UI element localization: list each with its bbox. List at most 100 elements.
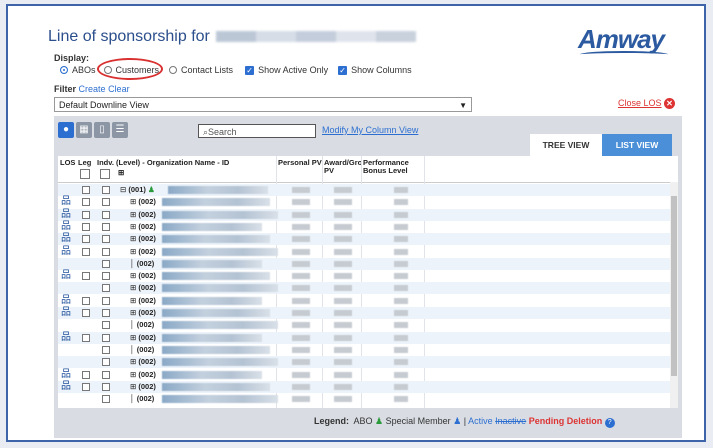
scrollbar-thumb[interactable]: [671, 196, 677, 376]
level-label[interactable]: ⊞ (002): [130, 381, 156, 393]
indv-checkbox[interactable]: [102, 345, 110, 354]
indv-checkbox[interactable]: [102, 259, 110, 268]
los-tree-icon[interactable]: 品: [61, 369, 71, 381]
leg-checkbox[interactable]: [82, 210, 90, 219]
help-icon[interactable]: ?: [604, 418, 615, 428]
level-label[interactable]: │ (002): [130, 319, 154, 331]
downline-view-select[interactable]: Default Downline View ▼: [54, 97, 472, 112]
level-label[interactable]: ⊞ (002): [130, 221, 156, 233]
level-label[interactable]: ⊞ (002): [130, 196, 156, 208]
tab-list-view[interactable]: LIST VIEW: [602, 134, 672, 156]
indv-select-all-checkbox[interactable]: [100, 169, 110, 179]
level-label[interactable]: │ (002): [130, 258, 154, 270]
leg-checkbox[interactable]: [82, 370, 90, 379]
list-icon[interactable]: ☰: [112, 122, 128, 138]
level-label[interactable]: ⊞ (002): [130, 369, 156, 381]
show-columns-checkbox[interactable]: ✓: [338, 65, 348, 75]
person-view-icon[interactable]: ●: [58, 122, 74, 138]
indv-checkbox[interactable]: [102, 210, 110, 219]
expand-all-icon[interactable]: ⊞: [118, 169, 124, 177]
table-row[interactable]: ⊟ (001) ♟: [58, 184, 670, 196]
indv-checkbox[interactable]: [102, 235, 110, 244]
indv-checkbox[interactable]: [102, 272, 110, 281]
table-row[interactable]: 品 ⊞ (002): [58, 196, 670, 208]
level-label[interactable]: ⊞ (002): [130, 282, 156, 294]
indv-checkbox[interactable]: [102, 198, 110, 207]
level-label[interactable]: ⊞ (002): [130, 209, 156, 221]
leg-checkbox[interactable]: [82, 272, 90, 281]
filter-clear-link[interactable]: Clear: [108, 84, 130, 94]
radio-abos-label[interactable]: ABOs: [72, 65, 96, 75]
expand-toggle-icon[interactable]: │: [130, 394, 137, 403]
show-active-only-label[interactable]: Show Active Only: [258, 65, 328, 75]
leg-checkbox[interactable]: [82, 222, 90, 231]
indv-checkbox[interactable]: [102, 247, 110, 256]
modify-column-view-link[interactable]: Modify My Column View: [322, 125, 418, 135]
grid-view-icon[interactable]: ▦: [76, 122, 92, 138]
table-row[interactable]: 品 ⊞ (002): [58, 233, 670, 246]
expand-toggle-icon[interactable]: │: [130, 345, 137, 354]
indv-checkbox[interactable]: [102, 382, 110, 391]
table-row[interactable]: 品 ⊞ (002): [58, 380, 670, 393]
level-label[interactable]: │ (002): [130, 344, 154, 356]
los-tree-icon[interactable]: 品: [61, 381, 71, 393]
table-row[interactable]: │ (002): [58, 319, 670, 331]
level-label[interactable]: ⊞ (002): [130, 233, 156, 245]
los-tree-icon[interactable]: 品: [61, 246, 71, 258]
leg-checkbox[interactable]: [82, 309, 90, 317]
table-row[interactable]: ⊞ (002): [58, 356, 670, 369]
table-row[interactable]: │ (002): [58, 257, 670, 270]
indv-checkbox[interactable]: [102, 186, 110, 194]
table-row[interactable]: 品 ⊞ (002): [58, 270, 670, 282]
level-label[interactable]: │ (002): [130, 393, 154, 405]
vertical-scrollbar[interactable]: [670, 182, 678, 408]
los-tree-icon[interactable]: 品: [61, 209, 71, 221]
level-label[interactable]: ⊞ (002): [130, 356, 156, 368]
table-row[interactable]: │ (002): [58, 393, 670, 405]
level-label[interactable]: ⊟ (001) ♟: [120, 184, 155, 196]
table-row[interactable]: 品 ⊞ (002): [58, 246, 670, 258]
tab-tree-view[interactable]: TREE VIEW: [530, 134, 602, 156]
table-row[interactable]: 品 ⊞ (002): [58, 307, 670, 319]
radio-contact-lists-label[interactable]: Contact Lists: [181, 65, 233, 75]
los-tree-icon[interactable]: 品: [61, 270, 71, 282]
indv-checkbox[interactable]: [102, 370, 110, 379]
table-row[interactable]: 品 ⊞ (002): [58, 221, 670, 233]
document-icon[interactable]: ▯: [94, 122, 110, 138]
level-label[interactable]: ⊞ (002): [130, 295, 156, 307]
los-tree-icon[interactable]: 品: [61, 295, 71, 307]
indv-checkbox[interactable]: [102, 321, 110, 330]
leg-checkbox[interactable]: [82, 296, 90, 305]
table-row[interactable]: │ (002): [58, 344, 670, 356]
los-tree-icon[interactable]: 品: [61, 233, 71, 245]
radio-abos[interactable]: [60, 66, 68, 74]
los-tree-icon[interactable]: 品: [61, 196, 71, 208]
table-row[interactable]: 品 ⊞ (002): [58, 369, 670, 381]
show-active-only-checkbox[interactable]: ✓: [245, 65, 255, 75]
indv-checkbox[interactable]: [102, 395, 110, 404]
level-label[interactable]: ⊞ (002): [130, 307, 156, 319]
leg-checkbox[interactable]: [82, 235, 90, 244]
indv-checkbox[interactable]: [102, 296, 110, 305]
indv-checkbox[interactable]: [102, 284, 110, 293]
close-icon[interactable]: ✕: [664, 98, 675, 109]
level-label[interactable]: ⊞ (002): [130, 270, 156, 282]
indv-checkbox[interactable]: [102, 222, 110, 231]
indv-checkbox[interactable]: [102, 309, 110, 317]
los-tree-icon[interactable]: 品: [61, 332, 71, 344]
leg-select-all-checkbox[interactable]: [80, 169, 90, 179]
table-row[interactable]: 品 ⊞ (002): [58, 331, 670, 344]
expand-toggle-icon[interactable]: │: [130, 259, 137, 268]
los-tree-icon[interactable]: 品: [61, 307, 71, 319]
table-row[interactable]: ⊞ (002): [58, 282, 670, 295]
filter-create-link[interactable]: Create: [79, 84, 106, 94]
table-row[interactable]: 品 ⊞ (002): [58, 295, 670, 307]
close-los-link[interactable]: Close LOS: [618, 98, 662, 108]
indv-checkbox[interactable]: [102, 333, 110, 342]
table-row[interactable]: 品 ⊞ (002): [58, 208, 670, 221]
indv-checkbox[interactable]: [102, 358, 110, 367]
show-columns-label[interactable]: Show Columns: [351, 65, 412, 75]
search-input[interactable]: ⌕Search: [198, 124, 316, 138]
level-label[interactable]: ⊞ (002): [130, 246, 156, 258]
leg-checkbox[interactable]: [82, 247, 90, 256]
